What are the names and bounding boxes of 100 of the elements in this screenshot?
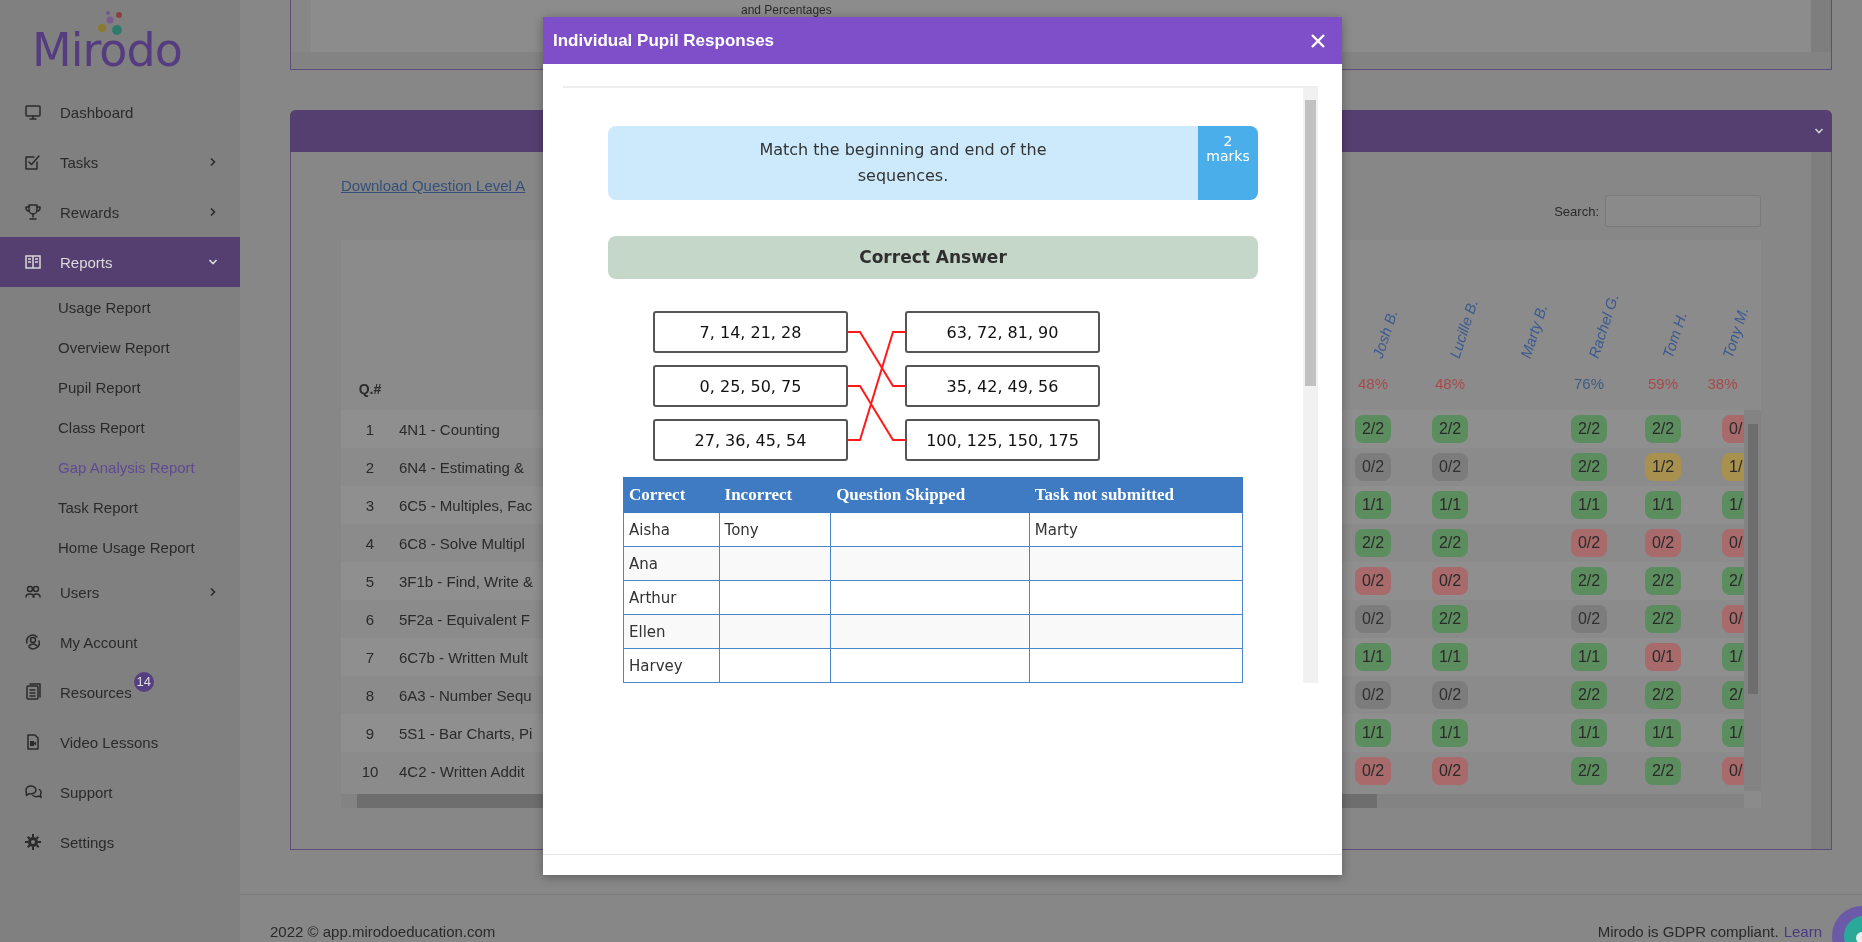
marks-label: marks [1206,149,1250,164]
submenu-item[interactable]: Overview Report [0,327,240,367]
score-badge[interactable]: 0/2 [1570,605,1608,633]
score-badge[interactable]: 2/2 [1431,529,1469,557]
score-badge[interactable]: 0/ [1722,605,1744,633]
score-badge[interactable]: 2/2 [1644,415,1682,443]
scrollbar[interactable] [1303,88,1318,683]
question-topic: 4C2 - Written Addit [399,762,525,780]
question-number: 6 [365,610,375,628]
score-badge[interactable]: 1/1 [1354,719,1392,747]
score-badge[interactable]: 2/2 [1354,415,1392,443]
sidebar-item[interactable]: Support [0,767,240,817]
score-badge[interactable]: 0/2 [1354,757,1392,785]
score-badge[interactable]: 0/2 [1431,757,1469,785]
score-percent: 48% [1435,374,1465,392]
score-badge[interactable]: 1/1 [1354,491,1392,519]
score-badge[interactable]: 0/ [1722,415,1744,443]
student-name[interactable]: Lucille B. [1446,297,1481,361]
score-badge[interactable]: 2/2 [1431,415,1469,443]
question-topic: 3F1b - Find, Write & [399,572,533,590]
question-number: 3 [365,496,375,514]
score-badge[interactable]: 1/1 [1570,719,1608,747]
modal-title: Individual Pupil Responses [553,30,775,51]
score-badge[interactable]: 2/ [1722,567,1744,595]
score-badge[interactable]: 2/2 [1570,567,1608,595]
score-badge[interactable]: 0/2 [1431,567,1469,595]
student-name[interactable]: Tom H. [1659,309,1690,361]
submenu-item[interactable]: Home Usage Report [0,527,240,567]
question-number: 7 [365,648,375,666]
score-badge[interactable]: 2/2 [1431,605,1469,633]
gdpr-text: Mirodo is GDPR compliant. [1597,923,1779,940]
score-badge[interactable]: 1/ [1722,719,1744,747]
score-badge[interactable]: 1/1 [1570,491,1608,519]
trophy-icon [24,203,42,221]
score-badge[interactable]: 2/2 [1570,453,1608,481]
score-badge[interactable]: 0/2 [1644,529,1682,557]
score-badge[interactable]: 0/2 [1570,529,1608,557]
score-badge[interactable]: 0/2 [1354,605,1392,633]
score-badge[interactable]: 2/2 [1644,567,1682,595]
pupil-name: Marty [1034,520,1078,539]
scrollbar[interactable] [1744,410,1761,791]
scrollbar[interactable] [1811,152,1831,849]
score-badge[interactable]: 1/1 [1431,719,1469,747]
score-badge[interactable]: 0/2 [1431,453,1469,481]
question-topic: 6N4 - Estimating & [399,458,525,476]
submenu-item[interactable]: Task Report [0,487,240,527]
score-badge[interactable]: 2/2 [1570,681,1608,709]
score-badge[interactable]: 0/2 [1431,681,1469,709]
score-badge[interactable]: 2/2 [1570,415,1608,443]
score-badge[interactable]: 0/2 [1354,453,1392,481]
sidebar-item[interactable]: Video Lessons [0,717,240,767]
score-badge[interactable]: 1/ [1722,491,1744,519]
score-badge[interactable]: 2/2 [1354,529,1392,557]
sidebar-item[interactable]: Tasks [0,137,240,187]
score-badge[interactable]: 0/1 [1644,643,1682,671]
score-badge[interactable]: 1/ [1722,453,1744,481]
score-badge[interactable]: 2/2 [1644,757,1682,785]
student-name[interactable]: Rachel G. [1585,291,1622,361]
sidebar-item[interactable]: Rewards [0,187,240,237]
question-number: 8 [365,686,375,704]
score-badge[interactable]: 2/ [1722,681,1744,709]
sidebar-item[interactable]: Dashboard [0,87,240,137]
student-name[interactable]: Marty B. [1517,301,1551,361]
question-number: 4 [365,534,375,552]
learn-link[interactable]: Learn [1783,923,1822,940]
score-badge[interactable]: 0/2 [1354,567,1392,595]
sequence-box: 100, 125, 150, 175 [905,419,1100,461]
sidebar-item[interactable]: Settings [0,817,240,867]
column-header: Incorrect [719,477,831,513]
score-badge[interactable]: 0/ [1722,757,1744,785]
score-badge[interactable]: 1/1 [1431,643,1469,671]
score-badge[interactable]: 0/ [1722,529,1744,557]
download-link[interactable]: Download Question Level A [341,177,526,194]
score-badge[interactable]: 1/1 [1570,643,1608,671]
submenu-item[interactable]: Pupil Report [0,367,240,407]
score-badge[interactable]: 0/2 [1354,681,1392,709]
submenu-item[interactable]: Usage Report [0,287,240,327]
score-badge[interactable]: 1/1 [1644,719,1682,747]
question-number: 2 [365,458,375,476]
sidebar-item[interactable]: Reports [0,237,240,287]
column-header: Correct [623,477,719,513]
marks-value: 2 [1223,134,1233,149]
score-badge[interactable]: 2/2 [1644,681,1682,709]
sidebar-item[interactable]: My Account [0,617,240,667]
score-badge[interactable]: 1/1 [1644,491,1682,519]
submenu-item[interactable]: Class Report [0,407,240,447]
score-badge[interactable]: 2/2 [1570,757,1608,785]
student-name[interactable]: Tony M. [1718,304,1751,361]
pupil-name: Arthur [629,588,677,607]
score-badge[interactable]: 1/2 [1644,453,1682,481]
student-name[interactable]: Josh B. [1369,307,1401,361]
score-badge[interactable]: 1/1 [1431,491,1469,519]
score-badge[interactable]: 1/ [1722,643,1744,671]
score-badge[interactable]: 2/2 [1644,605,1682,633]
question-topic: 6C5 - Multiples, Fac [399,496,533,514]
score-badge[interactable]: 1/1 [1354,643,1392,671]
scrollbar[interactable] [1811,0,1831,52]
sidebar-item[interactable]: Resources 14 [0,667,240,717]
sidebar-item[interactable]: Users [0,567,240,617]
logo-text[interactable]: Mirodo [32,27,182,73]
